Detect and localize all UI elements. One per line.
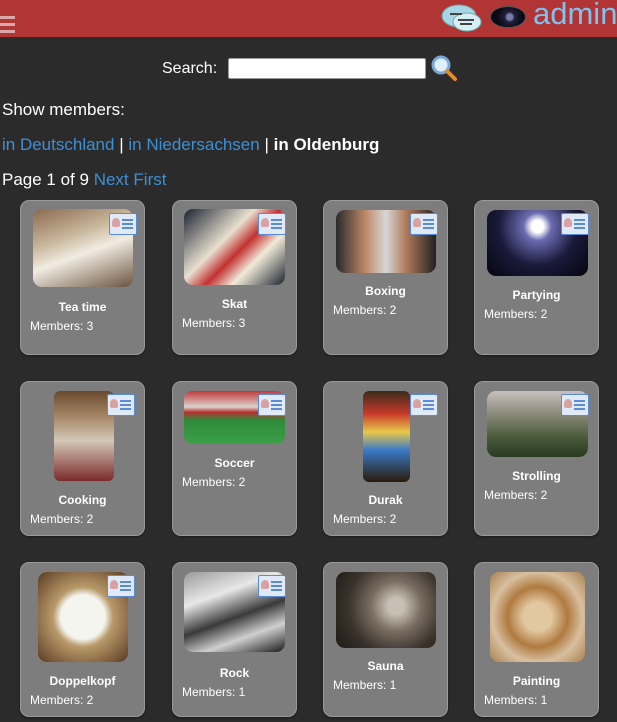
group-card-skat[interactable]: Skat Members: 3: [172, 200, 297, 355]
group-card-cooking[interactable]: Cooking Members: 2: [20, 381, 145, 536]
group-members-count: Members: 1: [333, 678, 397, 692]
show-members-label: Show members:: [2, 100, 125, 119]
group-card-icon[interactable]: [109, 213, 137, 235]
avatar[interactable]: [490, 6, 526, 28]
group-members-count: Members: 2: [333, 512, 397, 526]
group-card-doppelkopf[interactable]: Doppelkopf Members: 2: [20, 562, 145, 717]
group-title[interactable]: Durak: [324, 493, 447, 507]
group-card-strolling[interactable]: Strolling Members: 2: [474, 381, 599, 536]
location-breadcrumb: in Deutschland | in Niedersachsen | in O…: [2, 135, 379, 155]
group-card-tea-time[interactable]: Tea time Members: 3: [20, 200, 145, 355]
location-state-link[interactable]: in Niedersachsen: [128, 135, 259, 154]
location-separator: |: [119, 135, 124, 154]
group-title[interactable]: Partying: [475, 288, 598, 302]
group-card-partying[interactable]: Partying Members: 2: [474, 200, 599, 355]
first-page-link[interactable]: First: [133, 170, 166, 189]
group-title[interactable]: Cooking: [21, 493, 144, 507]
group-members-count: Members: 2: [30, 693, 94, 707]
group-card-icon[interactable]: [561, 394, 589, 416]
next-page-link[interactable]: Next: [94, 170, 129, 189]
chat-icon[interactable]: [441, 3, 483, 33]
group-card-icon[interactable]: [561, 213, 589, 235]
group-members-count: Members: 2: [484, 488, 548, 502]
group-image: [54, 391, 114, 481]
group-members-count: Members: 2: [182, 475, 246, 489]
search-label: Search:: [162, 60, 218, 77]
group-card-rock[interactable]: Rock Members: 1: [172, 562, 297, 717]
group-card-durak[interactable]: Durak Members: 2: [323, 381, 448, 536]
pagination: Page 1 of 9 Next First: [2, 170, 166, 190]
group-members-count: Members: 1: [484, 693, 548, 707]
group-card-icon[interactable]: [107, 575, 135, 597]
group-members-count: Members: 3: [30, 319, 94, 333]
group-card-soccer[interactable]: Soccer Members: 2: [172, 381, 297, 536]
group-title[interactable]: Strolling: [475, 469, 598, 483]
group-image: [336, 572, 436, 648]
search-input[interactable]: [228, 58, 426, 79]
username[interactable]: admin: [533, 0, 617, 32]
location-city-current: in Oldenburg: [273, 135, 380, 154]
group-title[interactable]: Doppelkopf: [21, 674, 144, 688]
group-title[interactable]: Boxing: [324, 284, 447, 298]
search-icon[interactable]: [430, 55, 458, 81]
group-image: [490, 572, 585, 662]
group-card-sauna[interactable]: Sauna Members: 1: [323, 562, 448, 717]
group-title[interactable]: Painting: [475, 674, 598, 688]
group-card-icon[interactable]: [258, 394, 286, 416]
group-members-count: Members: 2: [30, 512, 94, 526]
group-card-icon[interactable]: [410, 394, 438, 416]
group-card-painting[interactable]: Painting Members: 1: [474, 562, 599, 717]
group-title[interactable]: Skat: [173, 297, 296, 311]
group-card-icon[interactable]: [107, 394, 135, 416]
location-separator: |: [264, 135, 269, 154]
group-card-icon[interactable]: [258, 575, 286, 597]
page-indicator: Page 1 of 9: [2, 170, 89, 189]
group-title[interactable]: Tea time: [21, 300, 144, 314]
group-members-count: Members: 2: [333, 303, 397, 317]
group-title[interactable]: Rock: [173, 666, 296, 680]
group-title[interactable]: Sauna: [324, 659, 447, 673]
group-card-icon[interactable]: [258, 213, 286, 235]
menu-icon[interactable]: [0, 16, 15, 37]
group-title[interactable]: Soccer: [173, 456, 296, 470]
group-members-count: Members: 3: [182, 316, 246, 330]
group-members-count: Members: 1: [182, 685, 246, 699]
group-card-icon[interactable]: [410, 213, 438, 235]
group-card-boxing[interactable]: Boxing Members: 2: [323, 200, 448, 355]
group-members-count: Members: 2: [484, 307, 548, 321]
location-country-link[interactable]: in Deutschland: [2, 135, 114, 154]
group-image: [363, 391, 410, 482]
top-bar: admin: [0, 0, 617, 37]
